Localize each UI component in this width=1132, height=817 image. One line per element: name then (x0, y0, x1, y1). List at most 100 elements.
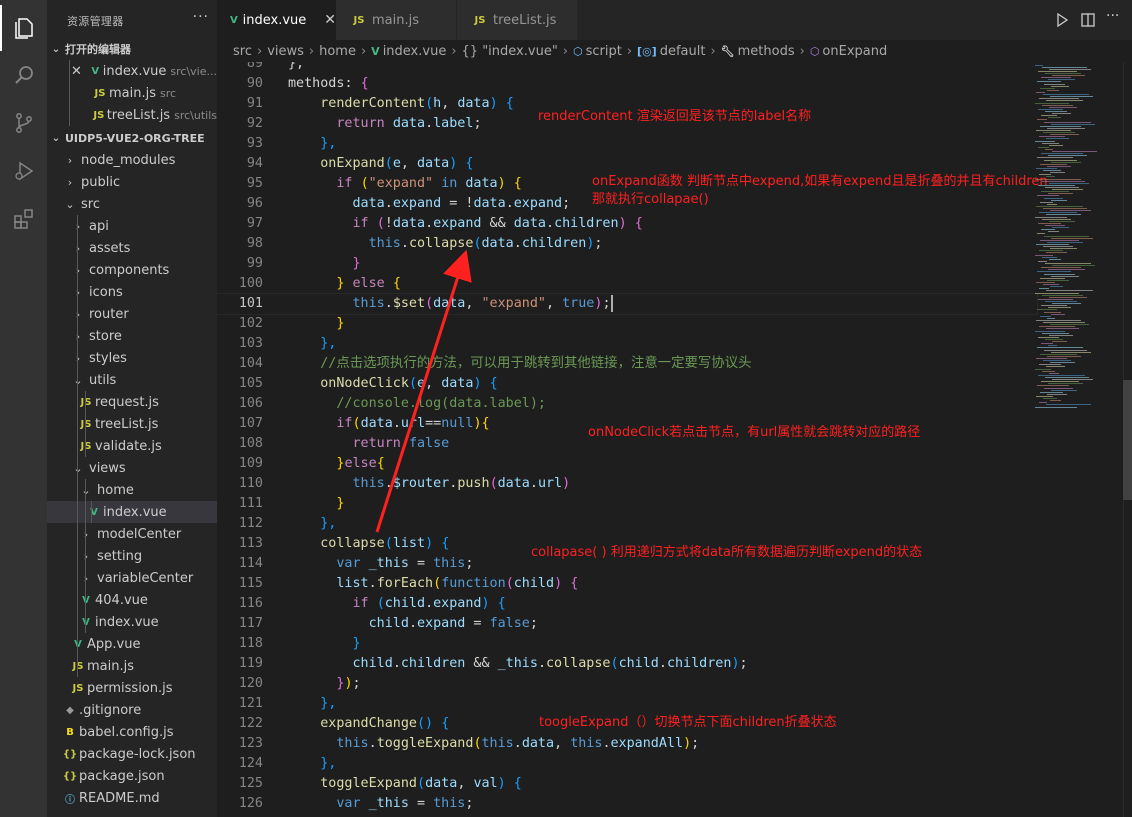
minimap[interactable] (1033, 62, 1123, 817)
code-line[interactable]: 101 this.$set(data, "expand", true); (217, 293, 1038, 315)
code-text[interactable]: }, (288, 694, 336, 714)
code-text[interactable]: child.expand = false; (288, 614, 538, 634)
close-icon[interactable]: ✕ (324, 12, 336, 28)
tree-folder-assets[interactable]: › assets (47, 237, 217, 259)
code-text[interactable]: methods: { (288, 74, 369, 94)
split-editor-icon[interactable] (1080, 12, 1096, 28)
tree-file-treelist-js[interactable]: JS treeList.js (47, 413, 217, 435)
code-line[interactable]: 106 //console.log(data.label); (217, 394, 1037, 414)
tree-folder-router[interactable]: › router (47, 303, 217, 325)
code-line[interactable]: 123 this.toggleExpand(this.data, this.ex… (217, 734, 1037, 754)
code-text[interactable]: this.$set(data, "expand", true); (288, 294, 613, 314)
code-line[interactable]: 125 toggleExpand(data, val) { (217, 774, 1037, 794)
tree-folder-components[interactable]: › components (47, 259, 217, 281)
code-text[interactable]: }); (288, 674, 360, 694)
code-text[interactable]: renderContent(h, data) { (288, 94, 514, 114)
tree-folder-public[interactable]: › public (47, 171, 217, 193)
tree-file-babel-config[interactable]: Bbabel.config.js (47, 721, 217, 743)
code-text[interactable]: }, (288, 334, 336, 354)
code-text[interactable]: }else{ (288, 454, 384, 474)
tree-folder-setting[interactable]: › setting (47, 545, 217, 567)
code-text[interactable]: //点击选项执行的方法，可以用于跳转到其他链接，注意一定要写协议头 (288, 354, 751, 374)
search-icon[interactable] (0, 52, 47, 98)
tree-file-request-js[interactable]: JS request.js (47, 391, 217, 413)
code-line[interactable]: 97 if (!data.expand && data.children) { (217, 214, 1037, 234)
explorer-icon[interactable] (0, 5, 47, 51)
code-line[interactable]: 89}, (217, 62, 1037, 74)
open-editor-index-vue[interactable]: ✕ V index.vue src\vie... (47, 60, 217, 82)
code-line[interactable]: 117 child.expand = false; (217, 614, 1037, 634)
source-control-icon[interactable] (0, 100, 47, 146)
tab-main-js[interactable]: JS main.js (336, 0, 457, 40)
code-line[interactable]: 102 } (217, 314, 1037, 334)
tree-file-permission-js[interactable]: JS permission.js (47, 677, 217, 699)
code-line[interactable]: 115 list.forEach(function(child) { (217, 574, 1037, 594)
code-text[interactable]: var _this = this; (288, 794, 473, 814)
code-line[interactable]: 99 } (217, 254, 1037, 274)
code-line[interactable]: 120 }); (217, 674, 1037, 694)
code-text[interactable]: onNodeClick(e, data) { (288, 374, 497, 394)
code-text[interactable]: expandChange() { (288, 714, 449, 734)
breadcrumb-object[interactable]: {} "index.vue" (462, 44, 558, 59)
tree-file-404-vue[interactable]: V 404.vue (47, 589, 217, 611)
code-text[interactable]: }, (288, 62, 304, 74)
code-line[interactable]: 126 var _this = this; (217, 794, 1037, 814)
tab-index-vue[interactable]: V index.vue ✕ (217, 0, 336, 40)
code-line[interactable]: 124 }, (217, 754, 1037, 774)
tree-folder-icons[interactable]: › icons (47, 281, 217, 303)
code-line[interactable]: 93 }, (217, 134, 1037, 154)
tree-folder-utils[interactable]: ⌄ utils (47, 369, 217, 391)
tab-treelist-js[interactable]: JS treeList.js (457, 0, 578, 40)
code-text[interactable]: if (child.expand) { (288, 594, 506, 614)
breadcrumb-function[interactable]: onExpand (822, 44, 887, 59)
code-line[interactable]: 103 }, (217, 334, 1037, 354)
code-line[interactable]: 105 onNodeClick(e, data) { (217, 374, 1037, 394)
tree-folder-src[interactable]: ⌄ src (47, 193, 217, 215)
project-section[interactable]: ⌄ UIDP5-VUE2-ORG-TREE (47, 127, 217, 149)
code-line[interactable]: 118 } (217, 634, 1037, 654)
code-line[interactable]: 109 }else{ (217, 454, 1037, 474)
tree-folder-styles[interactable]: › styles (47, 347, 217, 369)
code-text[interactable]: list.forEach(function(child) { (288, 574, 578, 594)
open-editor-main-js[interactable]: JS main.js src (47, 82, 217, 104)
code-text[interactable]: } (288, 634, 361, 654)
code-line[interactable]: 116 if (child.expand) { (217, 594, 1037, 614)
code-text[interactable]: data.expand = !data.expand; (288, 194, 571, 214)
code-text[interactable]: collapse(list) { (288, 534, 449, 554)
code-line[interactable]: 110 this.$router.push(data.url) (217, 474, 1037, 494)
code-line[interactable]: 90 methods: { (217, 74, 1037, 94)
run-debug-icon[interactable] (0, 148, 47, 194)
breadcrumb-home[interactable]: home (319, 44, 356, 59)
tree-file-package-lock[interactable]: {} package-lock.json (47, 743, 217, 765)
code-text[interactable]: }, (288, 134, 336, 154)
code-line[interactable]: 100 } else { (217, 274, 1037, 294)
code-text[interactable]: } else { (288, 274, 401, 294)
code-line[interactable]: 119 child.children && _this.collapse(chi… (217, 654, 1037, 674)
code-line[interactable]: 104 //点击选项执行的方法，可以用于跳转到其他链接，注意一定要写协议头 (217, 354, 1037, 374)
code-text[interactable]: this.toggleExpand(this.data, this.expand… (288, 734, 699, 754)
tree-file-gitignore[interactable]: ◆ .gitignore (47, 699, 217, 721)
code-text[interactable]: this.collapse(data.children); (288, 234, 603, 254)
tree-file-readme[interactable]: ⓘ README.md (47, 787, 217, 809)
tree-folder-modelcenter[interactable]: › modelCenter (47, 523, 217, 545)
code-text[interactable]: if(data.url==null){ (288, 414, 489, 434)
more-actions-icon[interactable]: ··· (193, 9, 209, 25)
tree-file-main-js[interactable]: JS main.js (47, 655, 217, 677)
tree-file-views-index-vue[interactable]: Vindex.vue (47, 611, 217, 633)
code-text[interactable]: }, (288, 754, 336, 774)
code-text[interactable]: var _this = this; (288, 554, 473, 574)
code-text[interactable]: //console.log(data.label); (288, 394, 546, 414)
breadcrumb-default[interactable]: default (660, 44, 706, 59)
code-text[interactable]: this.$router.push(data.url) (288, 474, 571, 494)
more-actions-icon[interactable]: ··· (1106, 8, 1122, 24)
tree-folder-home[interactable]: ⌄ home (47, 479, 217, 501)
run-icon[interactable] (1054, 12, 1070, 28)
tree-folder-variablecenter[interactable]: › variableCenter (47, 567, 217, 589)
code-line[interactable]: 98 this.collapse(data.children); (217, 234, 1037, 254)
open-editor-treelist-js[interactable]: JS treeList.js src\utils (47, 104, 217, 126)
tree-folder-views[interactable]: ⌄ views (47, 457, 217, 479)
code-line[interactable]: 112 }, (217, 514, 1037, 534)
code-text[interactable]: } (288, 254, 361, 274)
breadcrumb-methods[interactable]: methods (738, 44, 795, 59)
code-text[interactable]: if (!data.expand && data.children) { (288, 214, 643, 234)
